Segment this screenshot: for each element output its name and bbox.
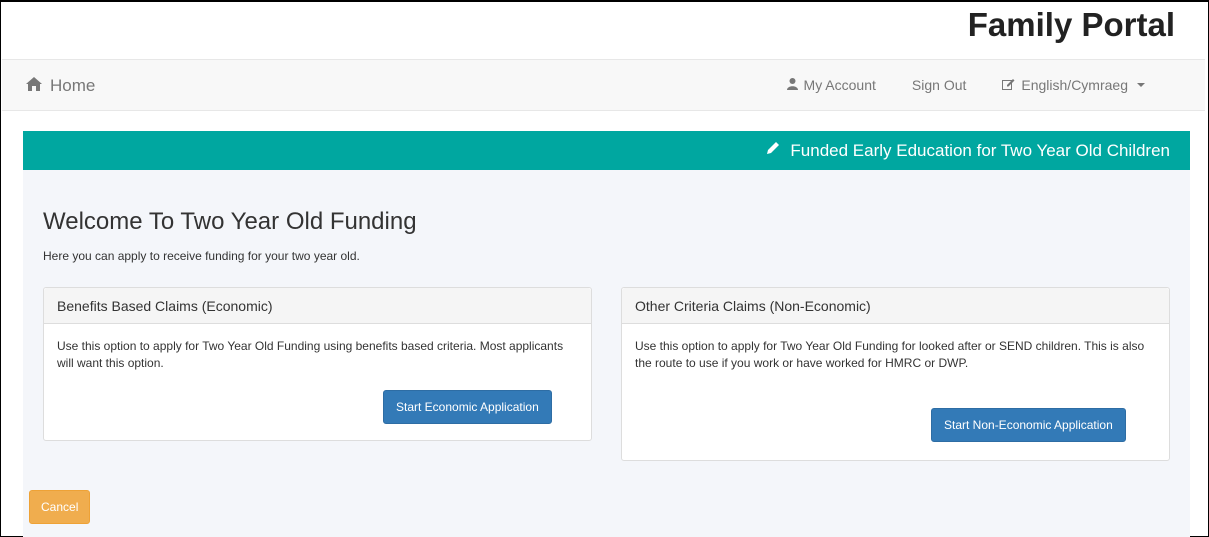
- main-content: Welcome To Two Year Old Funding Here you…: [23, 170, 1190, 537]
- portal-title: Family Portal: [967, 6, 1175, 43]
- start-non-economic-application-button[interactable]: Start Non-Economic Application: [931, 408, 1126, 442]
- language-label: English/Cymraeg: [1021, 77, 1128, 93]
- section-banner: Funded Early Education for Two Year Old …: [23, 131, 1190, 170]
- my-account-label: My Account: [803, 77, 876, 93]
- non-economic-claims-panel: Other Criteria Claims (Non-Economic) Use…: [621, 287, 1170, 461]
- chevron-down-icon: [1137, 83, 1145, 87]
- user-icon: [786, 77, 798, 93]
- panel-description: Use this option to apply for Two Year Ol…: [635, 339, 1145, 370]
- panel-heading: Other Criteria Claims (Non-Economic): [622, 288, 1169, 324]
- cancel-button[interactable]: Cancel: [29, 490, 91, 524]
- edit-icon: [1002, 77, 1015, 93]
- panel-description: Use this option to apply for Two Year Ol…: [57, 339, 564, 370]
- home-icon: [26, 76, 42, 96]
- nav-home-link[interactable]: Home: [26, 76, 95, 96]
- economic-claims-panel: Benefits Based Claims (Economic) Use thi…: [43, 287, 592, 441]
- start-economic-application-button[interactable]: Start Economic Application: [383, 390, 552, 424]
- language-dropdown[interactable]: English/Cymraeg: [1002, 77, 1145, 93]
- panel-body: Use this option to apply for Two Year Ol…: [622, 324, 1169, 442]
- page-subtitle: Here you can apply to receive funding fo…: [43, 249, 360, 263]
- panel-heading: Benefits Based Claims (Economic): [44, 288, 591, 324]
- banner-title: Funded Early Education for Two Year Old …: [790, 140, 1170, 160]
- page-title: Welcome To Two Year Old Funding: [43, 208, 417, 235]
- sign-out-link[interactable]: Sign Out: [912, 77, 966, 93]
- nav-home-label: Home: [50, 76, 96, 95]
- my-account-link[interactable]: My Account: [786, 77, 876, 93]
- sign-out-label: Sign Out: [911, 77, 967, 93]
- panel-body: Use this option to apply for Two Year Ol…: [44, 324, 591, 424]
- pencil-icon: [765, 140, 781, 161]
- top-navbar: Home My Account Sign Out English/Cymraeg: [2, 59, 1205, 111]
